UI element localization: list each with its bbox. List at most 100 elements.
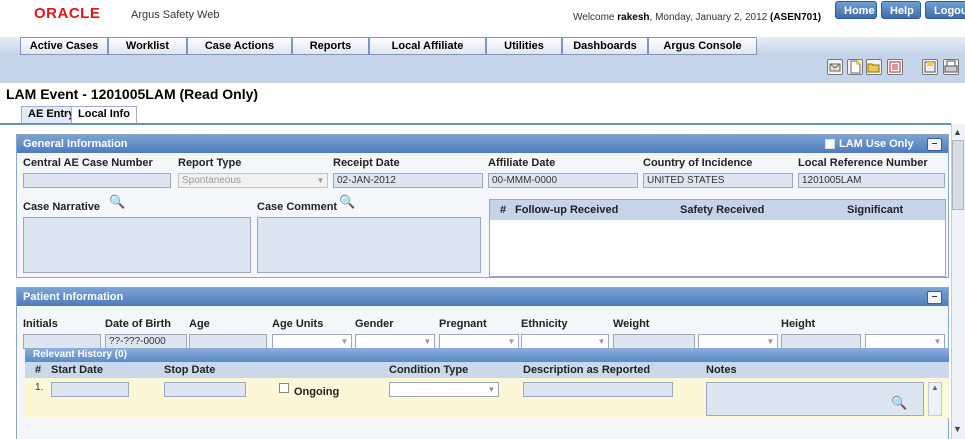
pregnant-select[interactable]: ▼	[439, 334, 519, 349]
ethnicity-select[interactable]: ▼	[521, 334, 609, 349]
binoculars-icon[interactable]: 🔍	[109, 195, 125, 208]
weight-label: Weight	[613, 318, 650, 330]
collapse-icon[interactable]: –	[927, 291, 942, 304]
save-icon[interactable]	[922, 59, 938, 75]
chevron-down-icon: ▼	[340, 337, 349, 346]
local-ref-field[interactable]: 1201005LAM	[798, 173, 945, 188]
patient-information-panel: Patient Information – Initials Date of B…	[16, 287, 949, 439]
user-name: rakesh	[617, 12, 650, 23]
panel-header: General Information	[17, 135, 948, 153]
col-condition-type: Condition Type	[389, 364, 469, 376]
col-significant: Significant	[847, 204, 904, 216]
panel-title: General Information	[23, 138, 128, 150]
description-field[interactable]	[523, 382, 673, 397]
menu-reports[interactable]: Reports	[292, 37, 369, 55]
open-folder-icon[interactable]	[866, 59, 882, 75]
general-information-panel: General Information LAM Use Only – Centr…	[16, 134, 949, 278]
chevron-down-icon: ▼	[423, 337, 432, 346]
receipt-date-label: Receipt Date	[333, 157, 400, 169]
initials-label: Initials	[23, 318, 58, 330]
case-comment-label: Case Comment	[257, 201, 338, 213]
ethnicity-label: Ethnicity	[521, 318, 568, 330]
case-comment-textarea[interactable]	[257, 217, 481, 273]
row-number: 1.	[35, 382, 44, 393]
table-row: 1. Ongoing ▼ 🔍 ▲	[25, 378, 949, 418]
home-link[interactable]: Home	[835, 1, 877, 19]
page-title: LAM Event - 1201005LAM (Read Only)	[6, 86, 259, 102]
notes-scrollbar[interactable]: ▲	[928, 382, 942, 416]
app-title: Argus Safety Web	[131, 9, 220, 21]
tab-divider	[0, 123, 951, 125]
local-ref-label: Local Reference Number	[798, 157, 928, 169]
menu-local-affiliate[interactable]: Local Affiliate	[369, 37, 486, 55]
receipt-date-field[interactable]: 02-JAN-2012	[333, 173, 483, 188]
chevron-down-icon: ▼	[487, 385, 496, 394]
age-units-select[interactable]: ▼	[272, 334, 352, 349]
menu-case-actions[interactable]: Case Actions	[187, 37, 292, 55]
binoculars-icon[interactable]: 🔍	[891, 396, 907, 409]
ongoing-label: Ongoing	[294, 386, 340, 398]
menu-argus-console[interactable]: Argus Console	[648, 37, 757, 55]
lam-use-only-label: LAM Use Only	[839, 138, 914, 150]
col-safety-received: Safety Received	[680, 204, 765, 216]
gender-select[interactable]: ▼	[355, 334, 435, 349]
scroll-thumb[interactable]	[952, 140, 964, 210]
collapse-icon[interactable]: –	[927, 138, 942, 151]
stop-date-field[interactable]	[164, 382, 246, 397]
ongoing-checkbox[interactable]	[279, 383, 289, 393]
relevant-history-header: Relevant History (0)	[25, 348, 949, 362]
menu-worklist[interactable]: Worklist	[108, 37, 187, 55]
menu-active-cases[interactable]: Active Cases	[20, 37, 108, 55]
help-link[interactable]: Help	[881, 1, 921, 19]
initials-field[interactable]	[23, 334, 101, 349]
toolbar	[0, 55, 965, 83]
col-number: #	[35, 364, 42, 376]
dob-field[interactable]: ??-???-0000	[105, 334, 187, 349]
list-icon[interactable]	[887, 59, 903, 75]
height-label: Height	[781, 318, 816, 330]
country-label: Country of Incidence	[643, 157, 753, 169]
col-description: Description as Reported	[523, 364, 651, 376]
start-date-field[interactable]	[51, 382, 129, 397]
pregnant-label: Pregnant	[439, 318, 487, 330]
country-field[interactable]: UNITED STATES	[643, 173, 793, 188]
condition-type-select[interactable]: ▼	[389, 382, 499, 397]
scroll-up-icon[interactable]: ▲	[953, 127, 962, 137]
chevron-down-icon: ▼	[597, 337, 606, 346]
col-notes: Notes	[706, 364, 737, 376]
lam-use-only-checkbox[interactable]	[825, 139, 835, 149]
menu-dashboards[interactable]: Dashboards	[562, 37, 648, 55]
chevron-down-icon: ▼	[316, 176, 325, 185]
age-units-label: Age Units	[272, 318, 324, 330]
weight-field[interactable]	[613, 334, 695, 349]
col-start-date: Start Date	[51, 364, 103, 376]
weight-units-select[interactable]: ▼	[698, 334, 778, 349]
envelope-icon[interactable]	[827, 59, 843, 75]
col-number: #	[500, 204, 507, 216]
dob-label: Date of Birth	[105, 318, 171, 330]
tab-local-info[interactable]: Local Info	[71, 106, 137, 123]
print-icon[interactable]	[943, 59, 959, 75]
panel-header: Patient Information	[17, 288, 948, 306]
report-type-select[interactable]: Spontaneous ▼	[178, 173, 328, 188]
case-narrative-textarea[interactable]	[23, 217, 251, 273]
oracle-logo: ORACLE	[34, 5, 101, 22]
central-ae-field[interactable]	[23, 173, 171, 188]
welcome-text: Welcome rakesh, Monday, January 2, 2012 …	[573, 12, 822, 23]
central-ae-label: Central AE Case Number	[23, 157, 153, 169]
height-units-select[interactable]: ▼	[865, 334, 945, 349]
scroll-down-icon[interactable]: ▼	[953, 424, 962, 434]
new-document-icon[interactable]	[847, 59, 863, 75]
col-followup-received: Follow-up Received	[515, 204, 619, 216]
chevron-down-icon: ▼	[766, 337, 775, 346]
menu-utilities[interactable]: Utilities	[486, 37, 562, 55]
panel-title: Patient Information	[23, 291, 124, 303]
height-field[interactable]	[781, 334, 861, 349]
gender-label: Gender	[355, 318, 394, 330]
main-menu: Active Cases Worklist Case Actions Repor…	[0, 37, 965, 55]
affiliate-date-field[interactable]: 00-MMM-0000	[488, 173, 638, 188]
logout-link[interactable]: Logout	[925, 1, 965, 19]
age-label: Age	[189, 318, 210, 330]
binoculars-icon[interactable]: 🔍	[339, 195, 355, 208]
age-field[interactable]	[189, 334, 267, 349]
